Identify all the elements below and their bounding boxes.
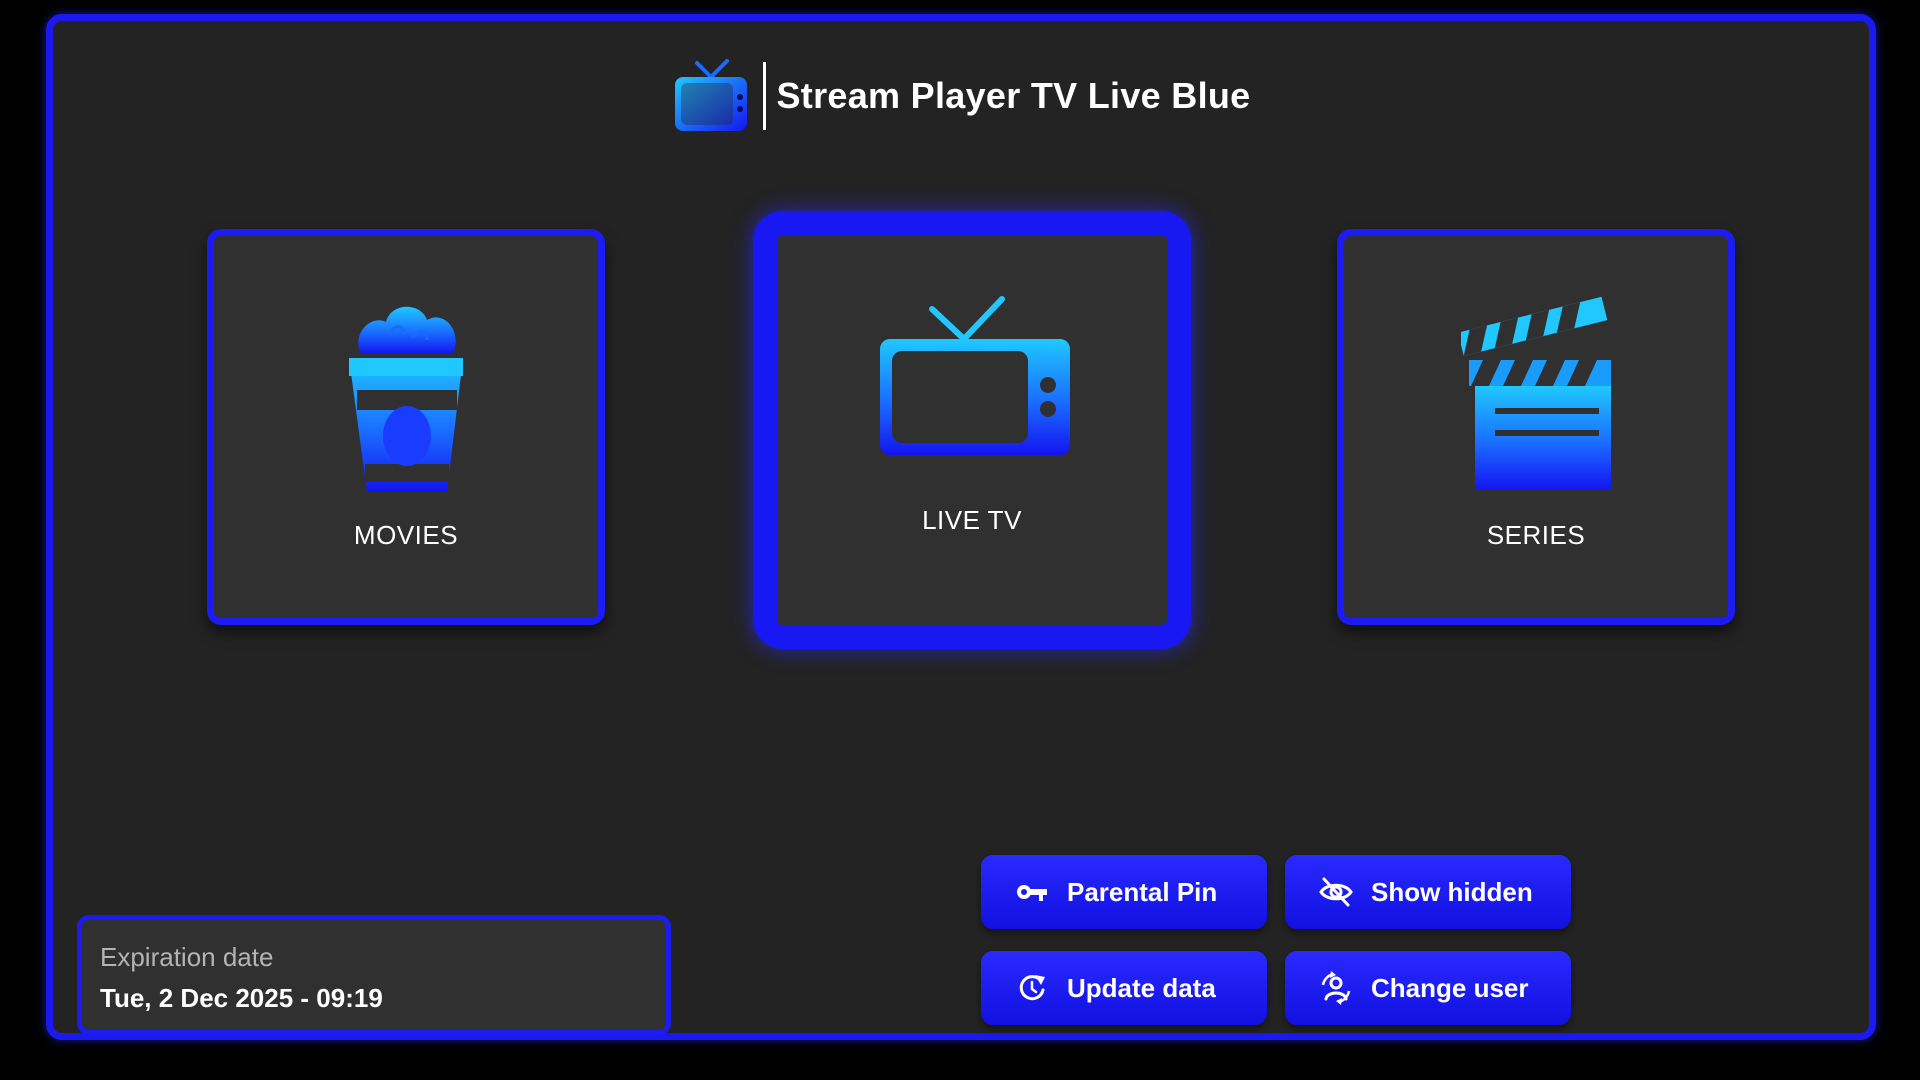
user-switch-icon xyxy=(1321,971,1351,1005)
live-tv-label: LIVE TV xyxy=(922,505,1022,535)
series-label: SERIES xyxy=(1486,520,1586,550)
show-hidden-label: Show hidden xyxy=(1371,876,1533,907)
movies-label: MOVIES xyxy=(353,520,459,550)
app-title: Stream Player TV Live Blue xyxy=(776,75,1251,116)
expiration-label: Expiration date xyxy=(100,942,274,972)
show-hidden-button[interactable]: Show hidden xyxy=(1285,855,1571,929)
expiration-box: Expiration date Tue, 2 Dec 2025 - 09:19 xyxy=(77,915,671,1035)
change-user-button[interactable]: Change user xyxy=(1285,951,1571,1025)
popcorn-icon xyxy=(349,306,463,492)
movies-tile[interactable]: MOVIES xyxy=(207,229,605,625)
logo-divider xyxy=(763,62,767,130)
expiration-value: Tue, 2 Dec 2025 - 09:19 xyxy=(100,983,383,1013)
tv-icon xyxy=(675,59,748,131)
update-data-button[interactable]: Update data xyxy=(981,951,1267,1025)
tv-icon xyxy=(880,296,1070,455)
app-frame: Stream Player TV Live Blue MOVIES LIVE T… xyxy=(46,14,1876,1040)
series-tile[interactable]: SERIES xyxy=(1337,229,1735,625)
parental-pin-button[interactable]: Parental Pin xyxy=(981,855,1267,929)
parental-pin-label: Parental Pin xyxy=(1067,876,1218,907)
update-data-label: Update data xyxy=(1067,972,1216,1003)
clapperboard-icon xyxy=(1461,296,1611,490)
app-header: Stream Player TV Live Blue xyxy=(53,51,1869,141)
key-icon xyxy=(1017,885,1047,901)
change-user-label: Change user xyxy=(1371,972,1529,1003)
eye-off-icon xyxy=(1319,877,1353,907)
refresh-icon xyxy=(1019,975,1045,1001)
live-tv-tile[interactable]: LIVE TV xyxy=(753,211,1191,649)
